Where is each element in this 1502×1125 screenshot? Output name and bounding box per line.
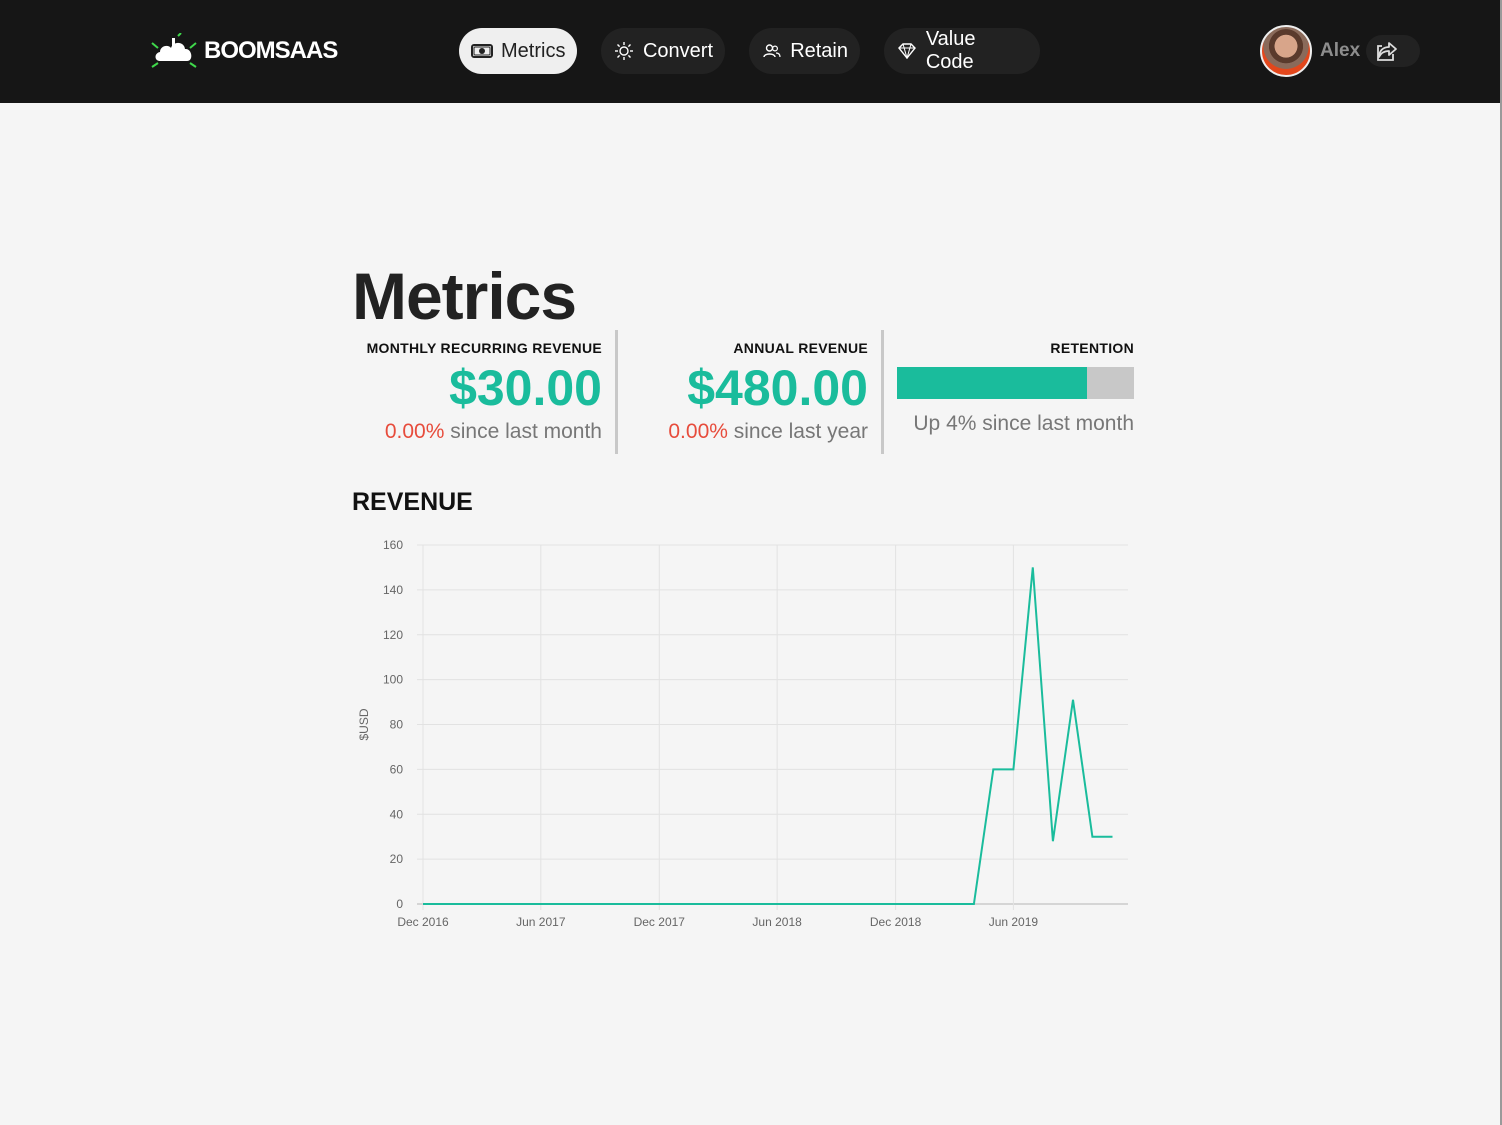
revenue-section-title: REVENUE: [352, 488, 473, 516]
kpi-mrr: MONTHLY RECURRING REVENUE $30.00 0.00% s…: [352, 340, 602, 444]
nav-retain-label: Retain: [790, 39, 848, 62]
kpi-mrr-value: $30.00: [449, 360, 602, 416]
kpi-arr-change-percent: 0.00%: [668, 420, 728, 443]
avatar[interactable]: [1260, 25, 1312, 77]
x-tick-label: Dec 2017: [634, 915, 686, 929]
kpi-mrr-change-percent: 0.00%: [384, 420, 445, 443]
kpi-arr-change: 0.00% since last year: [618, 420, 868, 444]
x-tick-label: Dec 2016: [397, 915, 449, 929]
cloud-logo-icon: [151, 33, 197, 68]
kpi-arr-value: $480.00: [687, 360, 868, 416]
kpi-arr-change-suffix: since last year: [733, 420, 868, 443]
kpi-arr: ANNUAL REVENUE $480.00 0.00% since last …: [618, 340, 868, 444]
kpi-retention-label: RETENTION: [1050, 340, 1134, 356]
brand-logo[interactable]: BOOMSAAS: [150, 33, 338, 69]
nav-metrics-label: Metrics: [501, 39, 566, 62]
kpi-retention-caption: Up 4% since last month: [884, 412, 1134, 436]
money-icon: [471, 40, 493, 62]
retention-bar: [897, 367, 1134, 399]
logout-button[interactable]: [1366, 35, 1421, 67]
y-tick-label: 0: [396, 897, 403, 911]
y-tick-label: 100: [383, 673, 403, 687]
nav-value-code-label: Value Code: [925, 28, 976, 73]
nav-convert-label: Convert: [642, 39, 713, 62]
revenue-series-line: [423, 567, 1113, 905]
kpi-mrr-label: MONTHLY RECURRING REVENUE: [366, 340, 602, 356]
y-tick-label: 120: [383, 628, 403, 642]
user-name[interactable]: Alex: [1320, 40, 1360, 62]
diamond-icon: [896, 40, 918, 62]
nav-value-code-button[interactable]: Value Code: [884, 28, 1040, 74]
kpi-mrr-change: 0.00% since last month: [352, 420, 602, 444]
user-menu: Alex: [1260, 24, 1421, 78]
kpi-arr-label: ANNUAL REVENUE: [733, 340, 868, 356]
y-tick-label: 60: [390, 762, 404, 776]
y-tick-label: 160: [383, 538, 403, 552]
share-exit-icon: [1377, 42, 1398, 61]
nav-metrics-button[interactable]: Metrics: [459, 28, 577, 74]
x-tick-label: Jun 2017: [516, 915, 566, 929]
sun-icon: [613, 40, 635, 62]
x-tick-label: Jun 2018: [752, 915, 802, 929]
x-tick-label: Jun 2019: [989, 915, 1039, 929]
y-tick-label: 40: [390, 807, 404, 821]
y-tick-label: 140: [383, 583, 403, 597]
kpi-retention: RETENTION: [884, 340, 1134, 356]
nav-convert-button[interactable]: Convert: [601, 28, 725, 74]
brand-name: BOOMSAAS: [204, 37, 338, 64]
page-title: Metrics: [352, 259, 577, 333]
y-tick-label: 20: [390, 852, 404, 866]
x-tick-label: Dec 2018: [870, 915, 922, 929]
revenue-chart: 0 20 40 60 80 100 120 140 160 Dec 2016 Jun 2017 Dec…: [352, 535, 1142, 940]
revenue-chart-svg: 0 20 40 60 80 100 120 140 160 Dec 2016 Jun 2017 Dec…: [357, 538, 1128, 929]
y-tick-label: 80: [390, 718, 404, 732]
y-axis-label: $USD: [357, 708, 371, 740]
users-icon: [761, 40, 782, 62]
retention-bar-fill: [897, 367, 1087, 399]
nav-retain-button[interactable]: Retain: [749, 28, 860, 74]
top-nav-bar: BOOMSAAS Metrics Convert Retain Value Co…: [0, 0, 1500, 103]
kpi-retention-change: Up 4% since last month: [913, 412, 1134, 435]
kpi-mrr-change-suffix: since last month: [450, 420, 602, 443]
